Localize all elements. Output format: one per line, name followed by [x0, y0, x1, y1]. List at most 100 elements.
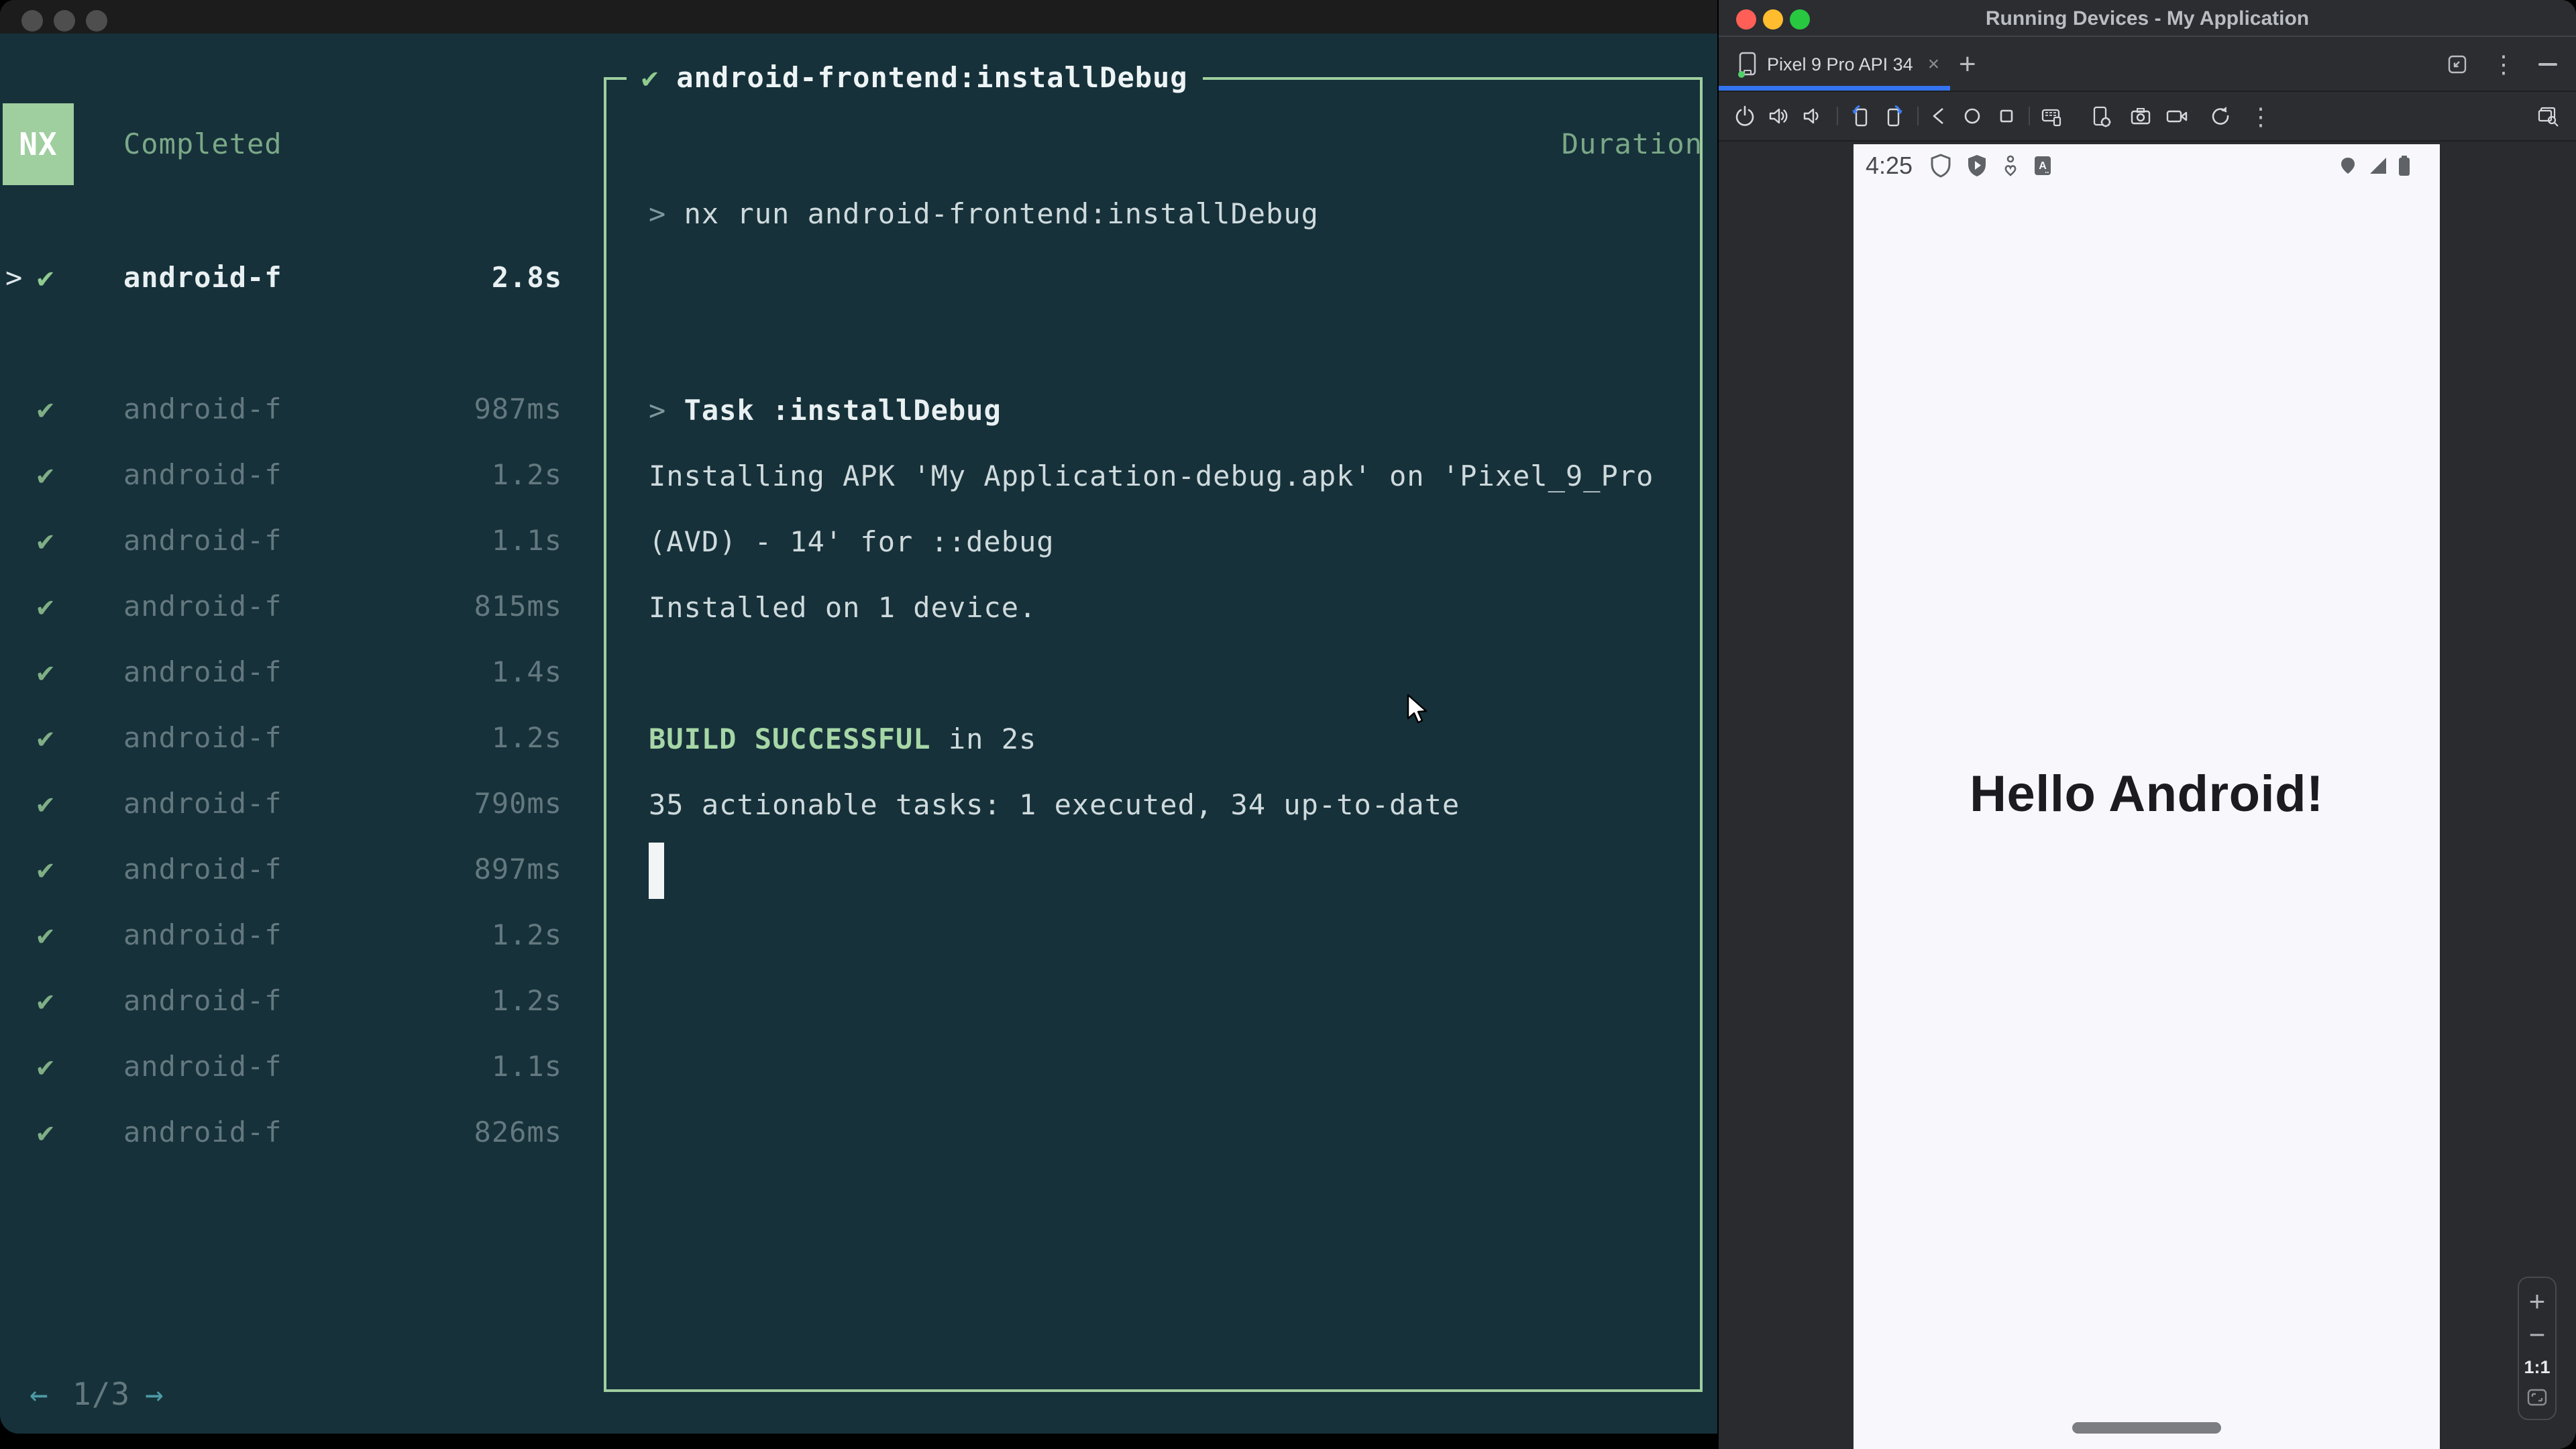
actual-size-button[interactable]: 1:1 — [2524, 1357, 2550, 1378]
task-output-title: ✔ android-frontend:installDebug — [627, 45, 1203, 111]
active-tab-indicator — [1719, 86, 1950, 91]
task-row-selected[interactable]: > ✔ android-f 2.8s — [0, 245, 577, 311]
task-duration: 826ms — [474, 1116, 562, 1148]
column-header-completed: Completed — [123, 127, 282, 160]
check-icon: ✔ — [37, 984, 55, 1017]
zoom-in-button[interactable]: + — [2529, 1287, 2546, 1316]
gesture-navigation-bar[interactable] — [2072, 1422, 2221, 1434]
task-name: android-f — [123, 655, 282, 688]
home-icon[interactable] — [1960, 104, 1984, 128]
gradle-task-line: > Task :installDebug — [649, 378, 1002, 443]
task-output-panel: ✔ android-frontend:installDebug > nx run … — [604, 45, 1703, 1392]
nx-logo: NX — [3, 103, 74, 185]
status-time: 4:25 — [1866, 152, 1913, 179]
task-name: android-f — [123, 458, 282, 491]
toolbar-separator — [1917, 107, 1919, 125]
running-devices-window: Running Devices - My Application Pixel 9… — [1719, 0, 2576, 1449]
task-row[interactable]: ✔ android-f 1.2s — [0, 902, 577, 968]
task-name: android-f — [123, 590, 282, 623]
nx-tui: NX Completed Duration > ✔ android-f 2.8s… — [0, 34, 1717, 1434]
page-next-arrow-icon[interactable]: → — [145, 1361, 164, 1427]
emulator-screen[interactable]: 4:25 A Hello Android! — [1854, 144, 2440, 1449]
power-icon[interactable] — [1733, 104, 1757, 128]
page-prev-arrow-icon[interactable]: ← — [30, 1361, 49, 1427]
inspect-layers-icon[interactable] — [2536, 104, 2560, 128]
task-duration: 1.2s — [491, 458, 562, 491]
task-row[interactable]: ✔ android-f 897ms — [0, 837, 577, 902]
terminal-titlebar[interactable] — [0, 0, 1717, 34]
device-tab-bar: Pixel 9 Pro API 34 × + ⋮ — [1719, 38, 2576, 91]
more-options-icon[interactable]: ⋮ — [2491, 50, 2516, 78]
task-row[interactable]: ✔ android-f 1.2s — [0, 705, 577, 771]
page-indicator: 1/3 — [72, 1376, 131, 1412]
task-row[interactable]: ✔ android-f 1.1s — [0, 1034, 577, 1099]
app-letter-badge-icon: A — [2035, 156, 2051, 175]
check-icon: ✔ — [37, 1050, 55, 1083]
rotate-right-icon[interactable] — [1882, 104, 1906, 128]
studio-titlebar[interactable]: Running Devices - My Application — [1719, 0, 2576, 37]
task-row[interactable]: ✔ android-f 826ms — [0, 1099, 577, 1165]
overview-icon[interactable] — [1994, 104, 2019, 128]
device-phone-icon — [1738, 52, 1756, 78]
location-pin-icon — [2341, 158, 2355, 174]
play-protect-shield-icon — [1968, 155, 1986, 176]
task-row[interactable]: ✔ android-f 987ms — [0, 376, 577, 442]
tab-pixel-9-pro[interactable]: Pixel 9 Pro API 34 × — [1719, 38, 1950, 91]
task-name: android-f — [123, 392, 282, 425]
task-name: android-f — [123, 853, 282, 885]
fit-to-window-button[interactable] — [2526, 1387, 2548, 1407]
screen-record-icon[interactable] — [2165, 104, 2189, 128]
device-display-area: 4:25 A Hello Android! + − 1:1 — [1719, 142, 2576, 1449]
minimize-button[interactable] — [54, 10, 75, 32]
window-title: Running Devices - My Application — [1985, 7, 2310, 30]
task-row[interactable]: ✔ android-f 815ms — [0, 574, 577, 639]
new-tab-button[interactable]: + — [1959, 38, 1976, 91]
task-name: android-f — [123, 1116, 282, 1148]
check-icon: ✔ — [37, 787, 55, 820]
task-duration: 1.2s — [491, 984, 562, 1017]
task-name: android-f — [123, 984, 282, 1017]
float-window-icon[interactable] — [2446, 53, 2469, 76]
zoom-out-button[interactable]: − — [2529, 1321, 2546, 1349]
volume-up-icon[interactable] — [1766, 104, 1790, 128]
tab-close-icon[interactable]: × — [1928, 53, 1940, 76]
task-row[interactable]: ✔ android-f 1.4s — [0, 639, 577, 705]
check-icon: ✔ — [641, 61, 659, 94]
install-line-2: (AVD) - 14' for ::debug — [649, 525, 1055, 558]
tab-bar-controls: ⋮ — [2446, 38, 2557, 91]
device-settings-icon[interactable] — [2089, 104, 2113, 128]
toolbar-more-icon[interactable]: ⋮ — [2249, 103, 2273, 131]
back-icon[interactable] — [1927, 104, 1951, 128]
task-row[interactable]: ✔ android-f 1.1s — [0, 508, 577, 574]
volume-down-icon[interactable] — [1799, 104, 1823, 128]
task-duration: 987ms — [474, 392, 562, 425]
task-name: android-f — [123, 1050, 282, 1083]
task-row[interactable]: ✔ android-f 1.2s — [0, 968, 577, 1034]
build-time: in 2s — [948, 722, 1037, 755]
tab-label: Pixel 9 Pro API 34 — [1767, 54, 1913, 74]
task-output-title-text: android-frontend:installDebug — [676, 61, 1188, 94]
task-duration: 2.8s — [491, 261, 562, 294]
task-row[interactable]: ✔ android-f 1.2s — [0, 442, 577, 508]
terminal-window: NX Completed Duration > ✔ android-f 2.8s… — [0, 0, 1717, 1434]
install-line-1: Installing APK 'My Application-debug.apk… — [649, 460, 1654, 492]
hide-panel-icon[interactable] — [2538, 63, 2557, 66]
zoom-button[interactable] — [86, 10, 107, 32]
check-icon: ✔ — [37, 458, 55, 491]
build-summary-line: 35 actionable tasks: 1 executed, 34 up-t… — [649, 788, 1460, 821]
pagination: ← 1/3 → — [0, 1361, 577, 1427]
restart-icon[interactable] — [2208, 104, 2233, 128]
status-bar: 4:25 A — [1854, 144, 2440, 187]
close-button[interactable] — [21, 10, 43, 32]
task-list: ✔ android-f 987ms ✔ android-f 1.2s ✔ and… — [0, 376, 577, 1165]
rotate-left-icon[interactable] — [1849, 104, 1873, 128]
selection-chevron-icon: > — [5, 261, 23, 294]
task-row[interactable]: ✔ android-f 790ms — [0, 771, 577, 837]
toolbar-separator — [2029, 107, 2030, 125]
build-status-line: BUILD SUCCESSFUL in 2s — [649, 706, 1036, 772]
shield-outline-icon — [1931, 154, 1951, 178]
status-right-icons — [2337, 152, 2412, 179]
task-name: android-f — [123, 918, 282, 951]
fold-device-icon[interactable] — [2039, 104, 2063, 128]
screenshot-camera-icon[interactable] — [2129, 104, 2153, 128]
